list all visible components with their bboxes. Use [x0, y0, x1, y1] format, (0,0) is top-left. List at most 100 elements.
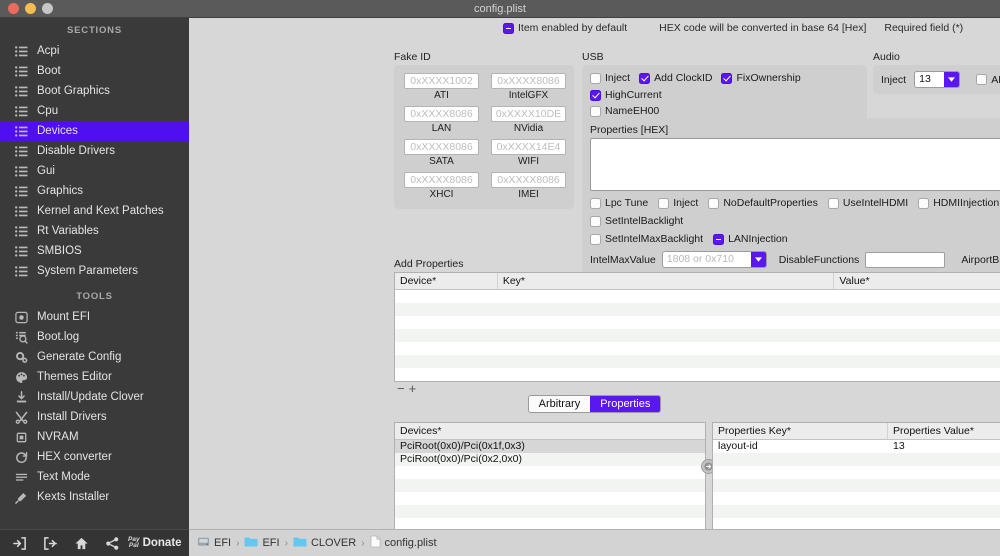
sidebar-item-boot-graphics[interactable]: Boot Graphics	[0, 81, 189, 101]
checkbox-nodefaultproperties[interactable]: NoDefaultProperties	[708, 197, 818, 209]
checkbox-add-clockid[interactable]: Add ClockID	[639, 72, 712, 84]
table-cell	[851, 290, 1000, 303]
audio-inject-select[interactable]: 13	[914, 71, 961, 88]
breadcrumb-item-efi[interactable]: EFI	[197, 535, 231, 551]
fake-id-input-intelgfx[interactable]: 0xXXXX8086	[491, 73, 566, 89]
table-row[interactable]	[713, 453, 1000, 466]
import-icon[interactable]	[4, 531, 35, 555]
checkbox-highcurrent[interactable]: HighCurrent	[590, 89, 662, 101]
table-row[interactable]	[713, 492, 1000, 505]
sidebar-tool-generate-config[interactable]: Generate Config	[0, 347, 189, 367]
sidebar-item-gui[interactable]: Gui	[0, 161, 189, 181]
column-header[interactable]: Properties Key*	[713, 423, 888, 439]
column-header[interactable]: Device*	[395, 273, 498, 289]
fake-id-input-xhci[interactable]: 0xXXXX8086	[404, 172, 479, 188]
add-properties-table[interactable]: Device*Key*Value*DisabledValue Type	[394, 272, 1000, 382]
fake-id-input-wifi[interactable]: 0xXXXX14E4	[491, 139, 566, 155]
donate-button[interactable]: Pay Pal Donate	[128, 536, 182, 550]
checkbox-inject[interactable]: Inject	[590, 72, 630, 84]
hex-note: HEX code will be converted in base 64 [H…	[659, 22, 867, 34]
checkbox-laninjection[interactable]: LANInjection	[713, 233, 788, 245]
checkbox-lpc-tune[interactable]: Lpc Tune	[590, 197, 648, 209]
sidebar-tool-kexts-installer[interactable]: Kexts Installer	[0, 487, 189, 507]
sidebar-tool-install-drivers[interactable]: Install Drivers	[0, 407, 189, 427]
table-row[interactable]	[395, 303, 1000, 316]
add-properties-add-button[interactable]: +	[409, 382, 417, 395]
export-icon[interactable]	[35, 531, 66, 555]
table-row[interactable]: layout-id13NUMBER	[713, 440, 1000, 453]
checkbox-indicator	[918, 197, 930, 209]
main-scrollbar[interactable]	[993, 18, 1000, 529]
sidebar-item-boot[interactable]: Boot	[0, 61, 189, 81]
breadcrumb-item-efi[interactable]: EFI	[244, 536, 280, 551]
fake-id-input-imei[interactable]: 0xXXXX8086	[491, 172, 566, 188]
sidebar-tool-hex-converter[interactable]: HEX converter	[0, 447, 189, 467]
fake-id-cell-nvidia: 0xXXXX10DE NVidia	[491, 106, 566, 137]
table-row[interactable]	[713, 518, 1000, 529]
sidebar-item-acpi[interactable]: Acpi	[0, 41, 189, 61]
add-properties-remove-button[interactable]: −	[397, 382, 405, 395]
maximize-button[interactable]	[42, 3, 53, 14]
sidebar-item-smbios[interactable]: SMBIOS	[0, 241, 189, 261]
table-cell	[713, 479, 888, 492]
table-row[interactable]	[395, 342, 1000, 355]
devices-table[interactable]: Devices* PciRoot(0x0)/Pci(0x1f,0x3) PciRo…	[394, 422, 706, 529]
table-row[interactable]	[395, 479, 705, 492]
checkbox-inject[interactable]: Inject	[658, 197, 698, 209]
column-header[interactable]: Key*	[498, 273, 835, 289]
close-button[interactable]	[8, 3, 19, 14]
checkbox-setintelbacklight[interactable]: SetIntelBacklight	[590, 215, 683, 227]
breadcrumb-item-config-plist[interactable]: config.plist	[370, 535, 437, 551]
checkbox-useintelhdmi[interactable]: UseIntelHDMI	[827, 197, 908, 209]
fake-id-input-nvidia[interactable]: 0xXXXX10DE	[491, 106, 566, 122]
table-row[interactable]	[395, 355, 1000, 368]
table-row[interactable]: PciRoot(0x0)/Pci(0x1f,0x3)	[395, 440, 705, 453]
sidebar-tool-nvram[interactable]: NVRAM	[0, 427, 189, 447]
column-header[interactable]: Devices*	[395, 423, 705, 439]
breadcrumb-item-clover[interactable]: CLOVER	[293, 536, 356, 551]
sidebar-tool-mount-efi[interactable]: Mount EFI	[0, 307, 189, 327]
share-icon[interactable]	[97, 531, 128, 555]
table-cell	[888, 492, 1000, 505]
properties-hex-textarea[interactable]	[590, 138, 1000, 191]
column-header[interactable]: Value*	[834, 273, 1000, 289]
table-row[interactable]	[395, 518, 705, 529]
minimize-button[interactable]	[25, 3, 36, 14]
fake-id-input-sata[interactable]: 0xXXXX8086	[404, 139, 479, 155]
table-row[interactable]	[395, 316, 1000, 329]
table-row[interactable]	[713, 505, 1000, 518]
sidebar-item-system-parameters[interactable]: System Parameters	[0, 261, 189, 281]
list-icon	[14, 45, 29, 58]
column-header[interactable]: Properties Value*	[888, 423, 1000, 439]
table-row[interactable]	[713, 479, 1000, 492]
fake-id-input-ati[interactable]: 0xXXXX1002	[404, 73, 479, 89]
sidebar-tool-themes-editor[interactable]: Themes Editor	[0, 367, 189, 387]
table-row[interactable]	[395, 290, 1000, 303]
sidebar-item-rt-variables[interactable]: Rt Variables	[0, 221, 189, 241]
table-row[interactable]	[395, 368, 1000, 381]
properties-table[interactable]: Properties Key*Properties Value*Value Ty…	[712, 422, 1000, 529]
sidebar-item-cpu[interactable]: Cpu	[0, 101, 189, 121]
tab-properties[interactable]: Properties	[590, 396, 661, 412]
checkbox-setintelmaxbacklight[interactable]: SetIntelMaxBacklight	[590, 233, 703, 245]
sidebar-item-devices[interactable]: Devices	[0, 121, 189, 141]
checkbox-nameeh00[interactable]: NameEH00	[590, 105, 659, 117]
home-icon[interactable]	[66, 531, 97, 555]
sidebar-tool-install-update-clover[interactable]: Install/Update Clover	[0, 387, 189, 407]
tab-arbitrary[interactable]: Arbitrary	[528, 396, 591, 412]
table-row[interactable]	[395, 505, 705, 518]
tab-bar: Arbitrary Properties	[189, 395, 1000, 413]
table-row[interactable]	[713, 466, 1000, 479]
table-row[interactable]	[395, 329, 1000, 342]
sidebar-tool-boot-log[interactable]: Boot.log	[0, 327, 189, 347]
checkbox-fixownership[interactable]: FixOwnership	[721, 72, 801, 84]
table-row[interactable]	[395, 492, 705, 505]
sidebar-item-kernel-and-kext-patches[interactable]: Kernel and Kext Patches	[0, 201, 189, 221]
table-row[interactable]	[395, 466, 705, 479]
checkbox-hdmiinjection[interactable]: HDMIInjection	[918, 197, 999, 209]
fake-id-input-lan[interactable]: 0xXXXX8086	[404, 106, 479, 122]
sidebar-tool-text-mode[interactable]: Text Mode	[0, 467, 189, 487]
sidebar-item-graphics[interactable]: Graphics	[0, 181, 189, 201]
sidebar-item-disable-drivers[interactable]: Disable Drivers	[0, 141, 189, 161]
table-row[interactable]: PciRoot(0x0)/Pci(0x2,0x0)	[395, 453, 705, 466]
